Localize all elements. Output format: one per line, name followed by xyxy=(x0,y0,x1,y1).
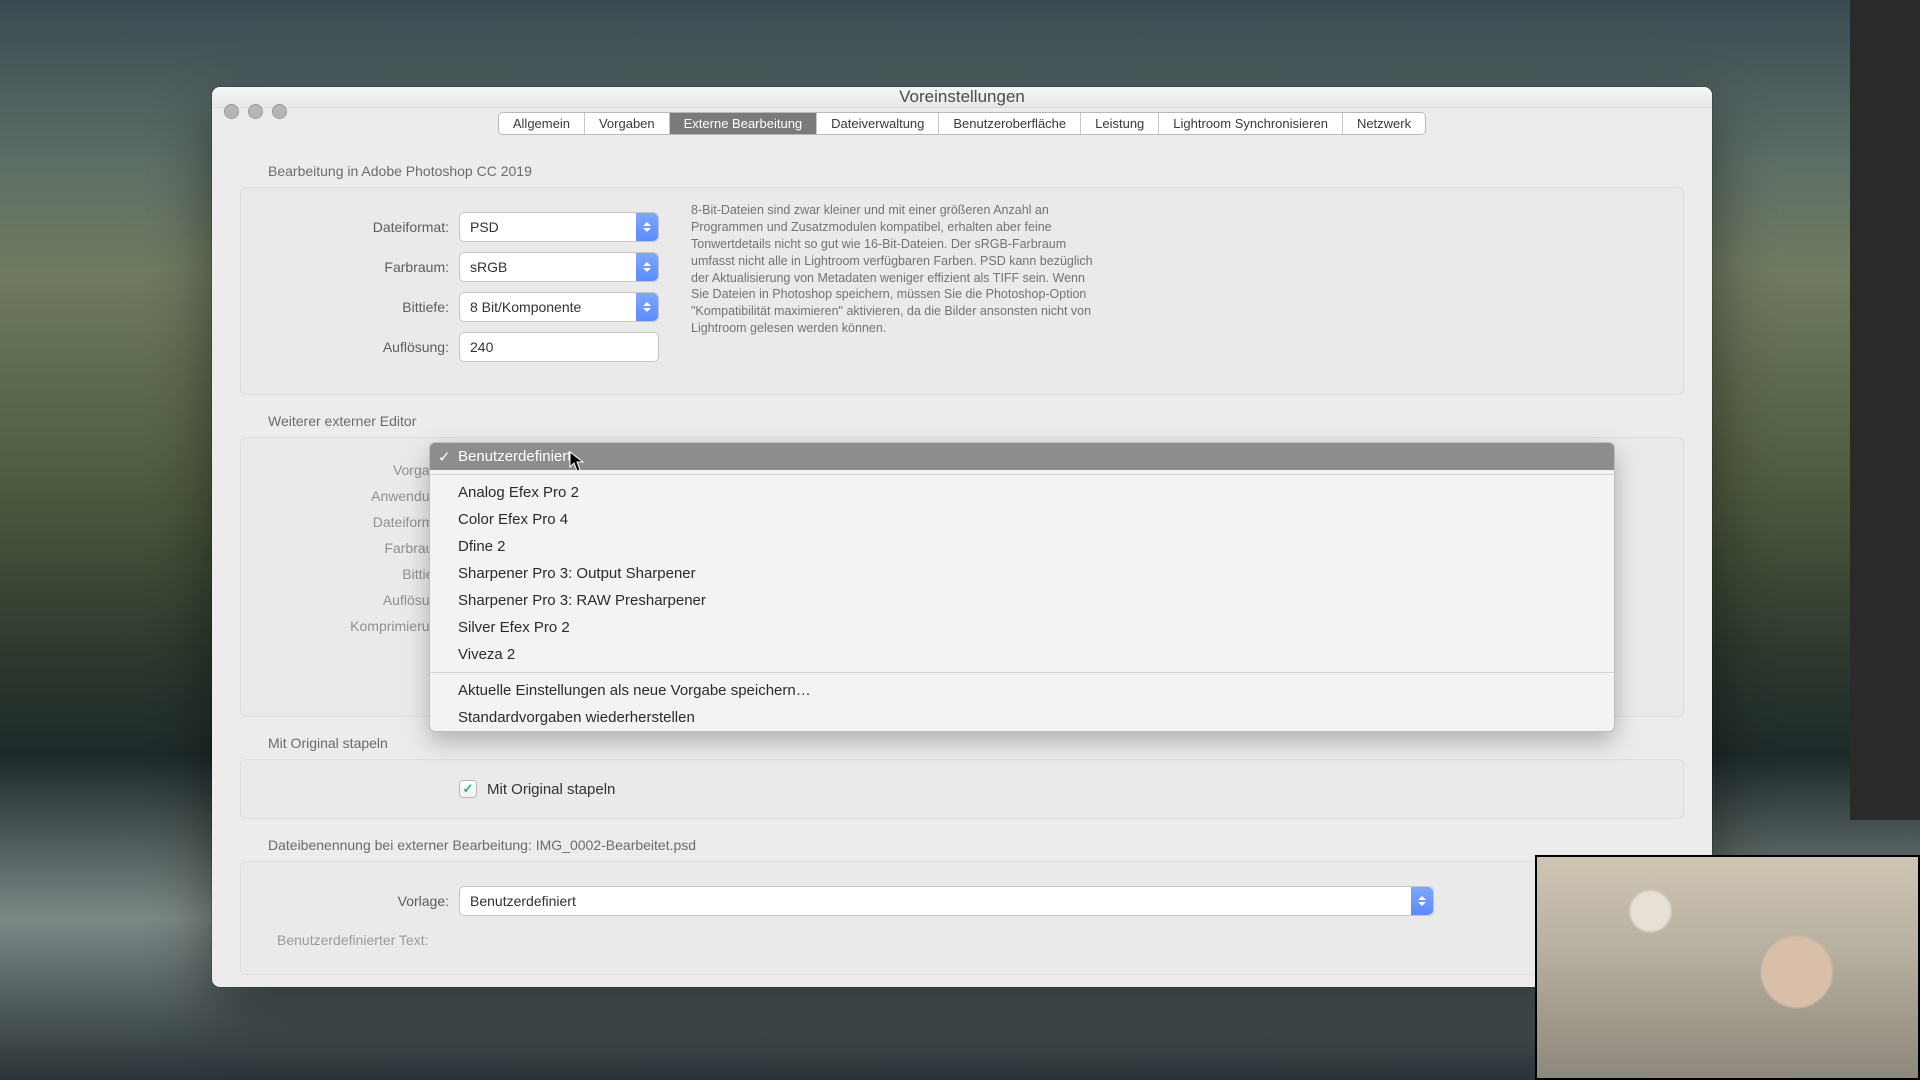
cursor-icon xyxy=(569,451,585,473)
dropdown-item[interactable]: Viveza 2 xyxy=(430,641,1614,668)
dropdown-item[interactable]: Sharpener Pro 3: Output Sharpener xyxy=(430,560,1614,587)
section-title-naming: Dateibenennung bei externer Bearbeitung:… xyxy=(268,837,1684,853)
dropdown-item-label: Benutzerdefiniert xyxy=(458,448,571,465)
dropdown-item-selected[interactable]: ✓ Benutzerdefiniert xyxy=(430,443,1614,470)
chevron-updown-icon xyxy=(636,253,658,281)
chevron-updown-icon xyxy=(1411,887,1433,915)
panel-photoshop: 8-Bit-Dateien sind zwar kleiner und mit … xyxy=(240,187,1684,395)
tab-lightroom-sync[interactable]: Lightroom Synchronisieren xyxy=(1159,113,1343,134)
checkmark-icon: ✓ xyxy=(438,448,451,466)
label-bitdepth: Bittiefe: xyxy=(259,299,459,315)
minimize-icon[interactable] xyxy=(248,104,263,119)
label-custom-text: Benutzerdefinierter Text: xyxy=(277,932,429,948)
tab-leistung[interactable]: Leistung xyxy=(1081,113,1159,134)
dropdown-item-label: Standardvorgaben wiederherstellen xyxy=(458,709,695,726)
dropdown-item-label: Dfine 2 xyxy=(458,538,506,555)
dropdown-item[interactable]: Analog Efex Pro 2 xyxy=(430,479,1614,506)
tabs-bar: Allgemein Vorgaben Externe Bearbeitung D… xyxy=(212,108,1712,135)
webcam-pip xyxy=(1535,855,1920,1080)
tab-netzwerk[interactable]: Netzwerk xyxy=(1343,113,1425,134)
dropdown-separator xyxy=(430,672,1614,673)
dropdown-item-label: Silver Efex Pro 2 xyxy=(458,619,570,636)
select-fileformat-value: PSD xyxy=(470,219,499,235)
section-title-external: Weiterer externer Editor xyxy=(268,413,1684,429)
tab-allgemein[interactable]: Allgemein xyxy=(499,113,585,134)
tab-benutzeroberflaeche[interactable]: Benutzeroberfläche xyxy=(939,113,1081,134)
preset-dropdown[interactable]: ✓ Benutzerdefiniert Analog Efex Pro 2 Co… xyxy=(429,442,1615,732)
chevron-updown-icon xyxy=(636,213,658,241)
dropdown-item-saveas[interactable]: Aktuelle Einstellungen als neue Vorgabe … xyxy=(430,677,1614,704)
label-resolution: Auflösung: xyxy=(259,339,459,355)
select-colorspace[interactable]: sRGB xyxy=(459,252,659,282)
dropdown-item[interactable]: Color Efex Pro 4 xyxy=(430,506,1614,533)
dropdown-item-label: Sharpener Pro 3: Output Sharpener xyxy=(458,565,696,582)
dropdown-item-restore[interactable]: Standardvorgaben wiederherstellen xyxy=(430,704,1614,731)
tab-dateiverwaltung[interactable]: Dateiverwaltung xyxy=(817,113,939,134)
dropdown-separator xyxy=(430,474,1614,475)
select-bitdepth[interactable]: 8 Bit/Komponente xyxy=(459,292,659,322)
select-template[interactable]: Benutzerdefiniert xyxy=(459,886,1434,916)
checkbox-stack-with-original[interactable]: ✓ xyxy=(459,780,477,798)
chevron-updown-icon xyxy=(636,293,658,321)
dropdown-item-label: Analog Efex Pro 2 xyxy=(458,484,579,501)
dropdown-item-label: Viveza 2 xyxy=(458,646,515,663)
tab-externe-bearbeitung[interactable]: Externe Bearbeitung xyxy=(670,113,818,134)
content-area: Bearbeitung in Adobe Photoshop CC 2019 8… xyxy=(212,135,1712,993)
dropdown-item[interactable]: Dfine 2 xyxy=(430,533,1614,560)
label-fileformat: Dateiformat: xyxy=(259,219,459,235)
select-template-value: Benutzerdefiniert xyxy=(470,893,576,909)
select-bitdepth-value: 8 Bit/Komponente xyxy=(470,299,581,315)
select-colorspace-value: sRGB xyxy=(470,259,507,275)
dropdown-item-label: Color Efex Pro 4 xyxy=(458,511,568,528)
zoom-icon[interactable] xyxy=(272,104,287,119)
titlebar: Voreinstellungen xyxy=(212,87,1712,108)
photoshop-info-text: 8-Bit-Dateien sind zwar kleiner und mit … xyxy=(691,202,1096,337)
select-fileformat[interactable]: PSD xyxy=(459,212,659,242)
preferences-window: Voreinstellungen Allgemein Vorgaben Exte… xyxy=(212,87,1712,987)
section-title-photoshop: Bearbeitung in Adobe Photoshop CC 2019 xyxy=(268,163,1684,179)
dropdown-item[interactable]: Silver Efex Pro 2 xyxy=(430,614,1614,641)
panel-stack: ✓ Mit Original stapeln xyxy=(240,759,1684,819)
checkbox-label: Mit Original stapeln xyxy=(487,781,615,798)
desktop-right-edge xyxy=(1850,0,1920,820)
panel-naming: Vorlage: Benutzerdefiniert Benutzerdefin… xyxy=(240,861,1684,975)
section-title-stack: Mit Original stapeln xyxy=(268,735,1684,751)
panel-external-editor: Vorgabe: Anwendung: Dateiformat: Farbrau… xyxy=(240,437,1684,717)
window-title: Voreinstellungen xyxy=(899,87,1025,107)
dropdown-item-label: Aktuelle Einstellungen als neue Vorgabe … xyxy=(458,682,811,699)
tabs-segmented: Allgemein Vorgaben Externe Bearbeitung D… xyxy=(498,112,1426,135)
dropdown-item-label: Sharpener Pro 3: RAW Presharpener xyxy=(458,592,706,609)
tab-vorgaben[interactable]: Vorgaben xyxy=(585,113,670,134)
label-template: Vorlage: xyxy=(259,893,459,909)
window-controls xyxy=(224,104,287,119)
label-colorspace: Farbraum: xyxy=(259,259,459,275)
close-icon[interactable] xyxy=(224,104,239,119)
dropdown-item[interactable]: Sharpener Pro 3: RAW Presharpener xyxy=(430,587,1614,614)
input-resolution[interactable] xyxy=(459,332,659,362)
